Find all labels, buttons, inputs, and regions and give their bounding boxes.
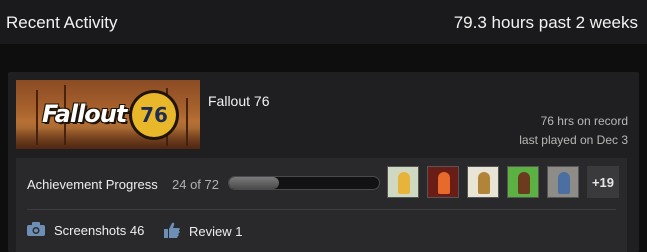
divider — [27, 209, 616, 210]
vault-boy-achievement-icon[interactable] — [387, 166, 419, 198]
game-logo-number: 76 — [140, 103, 168, 127]
hours-summary: 79.3 hours past 2 weeks — [453, 13, 638, 32]
achievement-progress-label[interactable]: Achievement Progress — [27, 177, 158, 192]
section-title: Recent Activity — [6, 13, 118, 32]
vault-boy-hat-achievement-icon[interactable] — [467, 166, 499, 198]
game-capsule-image[interactable]: Fallout 76 — [16, 80, 200, 149]
review-label: Review 1 — [189, 224, 243, 239]
last-played-date: last played on Dec 3 — [519, 133, 628, 147]
camera-icon — [27, 222, 45, 239]
review-link[interactable]: Review 1 — [164, 222, 242, 241]
more-achievements-button[interactable]: +19 — [587, 166, 619, 198]
gear-icon: 76 — [132, 93, 176, 137]
achievement-panel: Achievement Progress 24 of 72 +19 Screen… — [16, 158, 627, 252]
progress-bar-fill — [229, 177, 279, 189]
screenshots-label: Screenshots 46 — [54, 223, 145, 238]
vault-boy-gray-achievement-icon[interactable] — [547, 166, 579, 198]
recent-activity-header: Recent Activity 79.3 hours past 2 weeks — [0, 0, 647, 44]
game-title-link[interactable]: Fallout 76 — [208, 93, 269, 109]
game-activity-card: Fallout 76 Fallout 76 76 hrs on record l… — [8, 72, 639, 252]
game-logo-word: Fallout — [42, 100, 127, 128]
screenshots-link[interactable]: Screenshots 46 — [27, 222, 144, 239]
fire-achievement-icon[interactable] — [427, 166, 459, 198]
achievement-count: 24 of 72 — [172, 177, 219, 192]
achievement-progress-bar — [228, 176, 380, 190]
thumbs-up-icon — [164, 222, 180, 241]
hours-on-record: 76 hrs on record — [540, 114, 628, 128]
green-achievement-icon[interactable] — [507, 166, 539, 198]
